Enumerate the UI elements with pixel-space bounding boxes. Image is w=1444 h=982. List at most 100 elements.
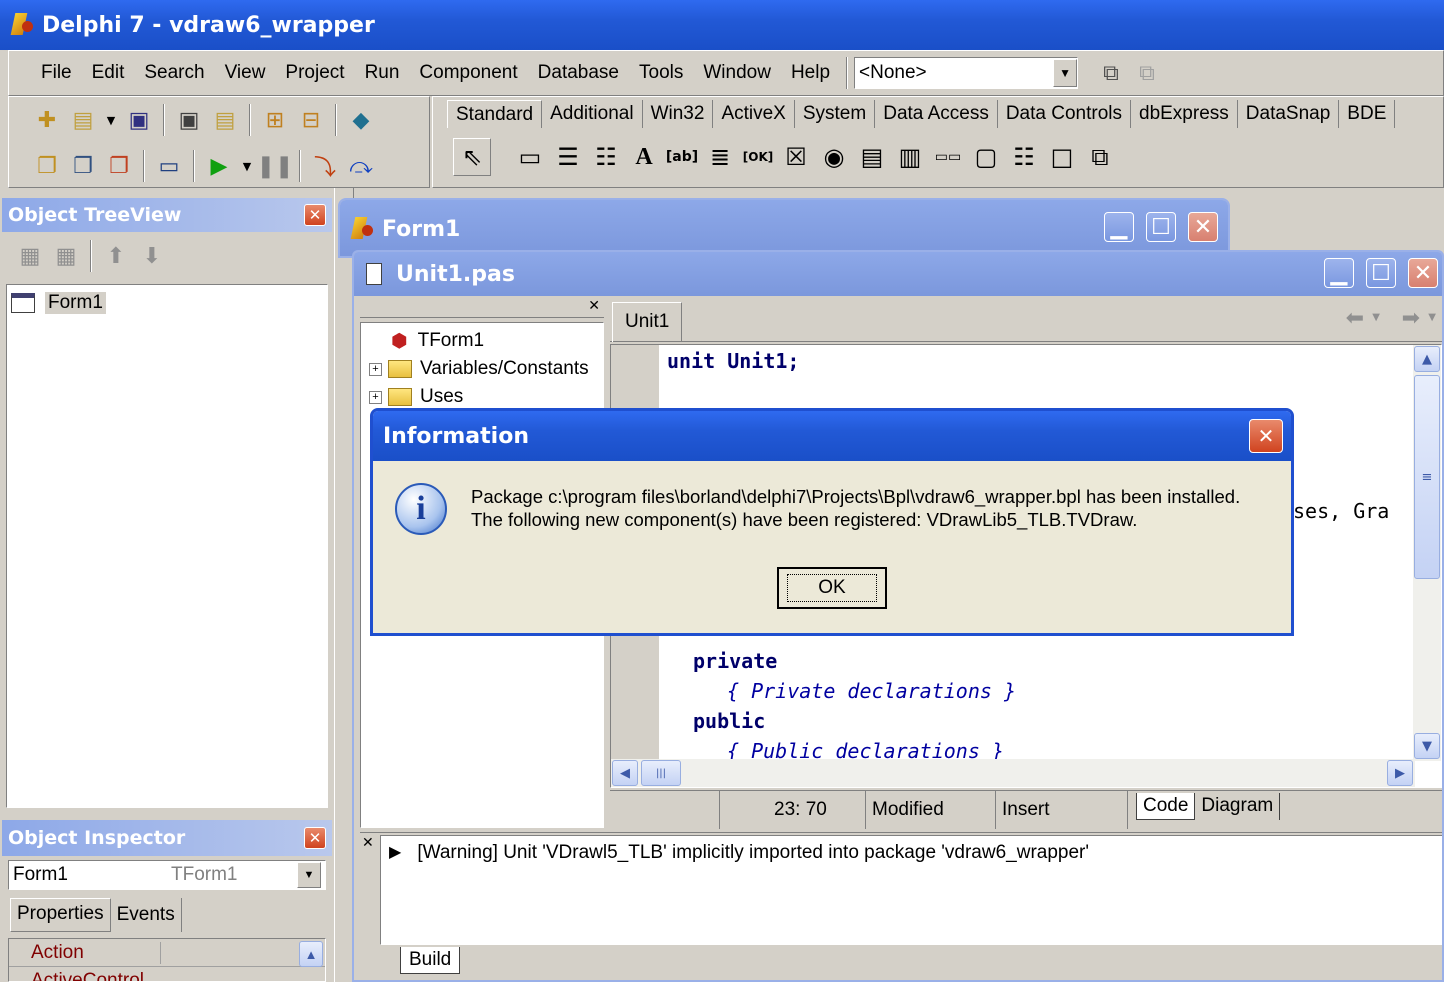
open-project-icon[interactable]: ▤ — [210, 105, 240, 135]
open-dropdown-icon[interactable]: ▼ — [104, 105, 118, 135]
trace-into-icon[interactable]: ⤵ — [310, 151, 340, 181]
form1-close-icon[interactable]: ✕ — [1188, 212, 1218, 242]
open-icon[interactable]: ▤ — [68, 105, 98, 135]
step-over-icon[interactable]: ⤼ — [346, 151, 376, 181]
run-dropdown-icon[interactable]: ▼ — [240, 151, 254, 181]
palette-tab-standard[interactable]: Standard — [447, 100, 543, 128]
palette-tab-data-access[interactable]: Data Access — [875, 100, 998, 128]
explorer-node-tform1[interactable]: ⬢ TForm1 — [369, 327, 595, 355]
editor-maximize-icon[interactable]: ☐ — [1366, 258, 1396, 288]
form1-maximize-icon[interactable]: ☐ — [1146, 212, 1176, 242]
explorer-node-variables[interactable]: + Variables/Constants — [369, 355, 595, 383]
menu-component[interactable]: Component — [409, 62, 527, 84]
save-desktop-icon[interactable]: ⧉ — [1096, 58, 1126, 88]
popup-menu-icon[interactable]: ☷ — [587, 138, 625, 176]
run-icon[interactable]: ▶ — [204, 151, 234, 181]
panel-icon[interactable]: □ — [1043, 138, 1081, 176]
move-down-icon[interactable]: ⬇ — [137, 241, 167, 271]
inspector-row[interactable]: Action — [9, 939, 325, 967]
view-unit-icon[interactable]: ❐ — [32, 151, 62, 181]
scroll-down-icon[interactable]: ▼ — [1414, 733, 1440, 759]
combo-dropdown-icon[interactable]: ▼ — [1053, 59, 1078, 87]
explorer-node-uses[interactable]: + Uses — [369, 383, 595, 411]
inspector-tab-properties[interactable]: Properties — [10, 898, 111, 932]
messages-tab-build[interactable]: Build — [400, 947, 461, 974]
toggle-form-unit-icon[interactable]: ❐ — [104, 151, 134, 181]
pointer-icon[interactable]: ⇖ — [453, 138, 491, 176]
navigate-forward-icon[interactable]: ➡ — [1402, 306, 1420, 331]
forward-dropdown-icon[interactable]: ▼ — [1428, 312, 1436, 323]
groupbox-icon[interactable]: ▢ — [967, 138, 1005, 176]
save-icon[interactable]: ▣ — [124, 105, 154, 135]
menu-tools[interactable]: Tools — [629, 62, 693, 84]
navigate-back-icon[interactable]: ⬅ — [1346, 306, 1364, 331]
remove-file-icon[interactable]: ⊟ — [296, 105, 326, 135]
expand-icon[interactable]: + — [369, 362, 382, 376]
save-all-icon[interactable]: ▣ — [174, 105, 204, 135]
menu-database[interactable]: Database — [528, 62, 629, 84]
set-debug-desktop-icon[interactable]: ⧉ — [1132, 58, 1162, 88]
inspector-object-combo[interactable]: Form1 TForm1 ▼ — [8, 860, 326, 890]
editor-tab-unit1[interactable]: Unit1 — [612, 302, 683, 342]
new-icon[interactable]: ✚ — [32, 105, 62, 135]
expand-icon[interactable]: + — [369, 390, 382, 404]
hscroll-thumb[interactable]: ||| — [641, 760, 681, 786]
menu-window[interactable]: Window — [693, 62, 781, 84]
frames-icon[interactable]: ▭ — [511, 138, 549, 176]
menu-edit[interactable]: Edit — [82, 62, 135, 84]
help-book-icon[interactable]: ◆ — [346, 105, 376, 135]
menu-help[interactable]: Help — [781, 62, 840, 84]
inspector-scroll-up-icon[interactable]: ▲ — [299, 941, 323, 967]
new-form-icon[interactable]: ▭ — [154, 151, 184, 181]
scroll-up-icon[interactable]: ▲ — [1414, 346, 1440, 372]
menu-view[interactable]: View — [215, 62, 276, 84]
palette-tab-dbexpress[interactable]: dbExpress — [1131, 100, 1238, 128]
desktop-combo[interactable]: <None> ▼ — [854, 57, 1079, 89]
dock-splitter[interactable] — [334, 188, 354, 982]
inspector-combo-dropdown-icon[interactable]: ▼ — [297, 862, 321, 888]
move-up-icon[interactable]: ⬆ — [101, 241, 131, 271]
add-file-icon[interactable]: ⊞ — [260, 105, 290, 135]
horizontal-scrollbar[interactable]: ◀ ||| ▶ — [611, 759, 1415, 787]
scrollbar-icon[interactable]: ▭▭ — [929, 138, 967, 176]
palette-tab-system[interactable]: System — [795, 100, 876, 128]
view-tab-diagram[interactable]: Diagram — [1195, 793, 1281, 820]
explorer-close-icon[interactable]: ✕ — [588, 298, 600, 314]
menu-file[interactable]: File — [31, 62, 82, 84]
view-tab-code[interactable]: Code — [1136, 793, 1196, 820]
dialog-close-icon[interactable]: ✕ — [1249, 419, 1283, 453]
inspector-row[interactable]: ActiveControl — [9, 967, 325, 981]
palette-tab-bde[interactable]: BDE — [1339, 100, 1396, 128]
main-menu-icon[interactable]: ☰ — [549, 138, 587, 176]
form1-minimize-icon[interactable]: ▁ — [1104, 212, 1134, 242]
ok-button[interactable]: OK — [777, 567, 887, 609]
menu-search[interactable]: Search — [134, 62, 214, 84]
label-icon[interactable]: A — [625, 138, 663, 176]
memo-icon[interactable]: ≣ — [701, 138, 739, 176]
combobox-icon[interactable]: ▥ — [891, 138, 929, 176]
scroll-left-icon[interactable]: ◀ — [612, 760, 638, 786]
checkbox-icon[interactable]: ☒ — [777, 138, 815, 176]
delete-item-icon[interactable]: ▦ — [51, 241, 81, 271]
radiobutton-icon[interactable]: ◉ — [815, 138, 853, 176]
view-form-icon[interactable]: ❐ — [68, 151, 98, 181]
pause-icon[interactable]: ❚❚ — [257, 151, 294, 181]
scroll-right-icon[interactable]: ▶ — [1387, 760, 1413, 786]
vertical-scrollbar[interactable]: ▲ ≡ ▼ — [1413, 345, 1441, 761]
scroll-thumb[interactable]: ≡ — [1414, 375, 1440, 579]
menu-project[interactable]: Project — [275, 62, 354, 84]
palette-tab-datasnap[interactable]: DataSnap — [1238, 100, 1340, 128]
message-warning[interactable]: [Warning] Unit 'VDrawl5_TLB' implicitly … — [417, 842, 1089, 864]
listbox-icon[interactable]: ▤ — [853, 138, 891, 176]
messages-close-icon[interactable]: ✕ — [362, 835, 374, 851]
inspector-close-icon[interactable]: ✕ — [304, 827, 326, 849]
editor-close-icon[interactable]: ✕ — [1408, 258, 1438, 288]
editor-minimize-icon[interactable]: ▁ — [1324, 258, 1354, 288]
treeview-close-icon[interactable]: ✕ — [304, 204, 326, 226]
back-dropdown-icon[interactable]: ▼ — [1372, 312, 1380, 323]
button-icon[interactable]: [OK] — [739, 138, 777, 176]
inspector-tab-events[interactable]: Events — [111, 898, 182, 932]
palette-tab-additional[interactable]: Additional — [542, 100, 643, 128]
tree-node-form1[interactable]: Form1 — [11, 289, 323, 317]
palette-tab-activex[interactable]: ActiveX — [713, 100, 795, 128]
